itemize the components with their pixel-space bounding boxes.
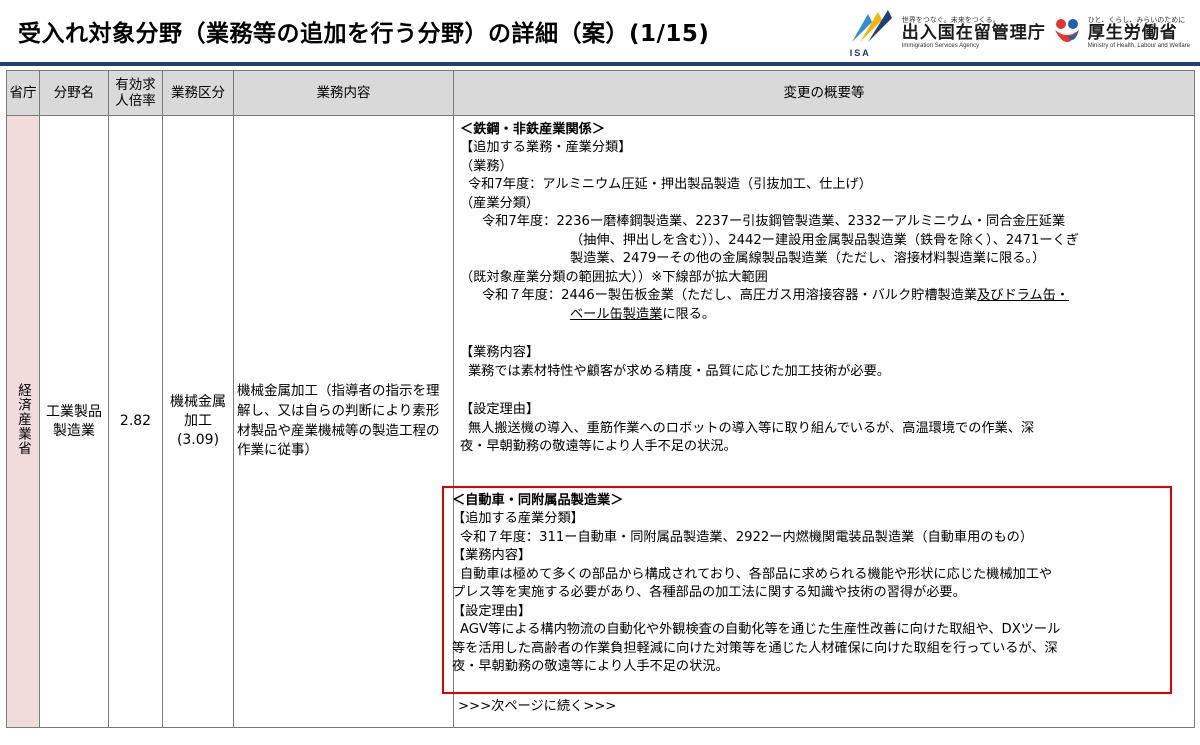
field-cell: 工業製品製造業 [39, 115, 109, 728]
page-title: 受入れ対象分野（業務等の追加を行う分野）の詳細（案）(1/15) [18, 21, 710, 47]
table-header-row: 省庁 分野名 有効求人倍率 業務区分 業務内容 変更の概要等 [6, 70, 1195, 116]
expand-text: 令和７年度：2446ー製缶板金業（ただし、高圧ガス用溶接容器・バルク貯槽製造業 [482, 288, 978, 304]
steel-expand-line: 令和７年度：2446ー製缶板金業（ただし、高圧ガス用溶接容器・バルク貯槽製造業及… [460, 287, 1190, 305]
auto-section-highlight: ＜自動車・同附属品製造業＞ 【追加する産業分類】 令和７年度：311ー自動車・同… [442, 486, 1172, 694]
mhlw-english: Ministry of Health, Labour and Welfare [1087, 42, 1190, 49]
steel-duty-label: 【業務内容】 [460, 345, 540, 361]
auto-add-line: 令和７年度：311ー自動車・同附属品製造業、2922ー内燃機関電装品製造業（自動… [460, 529, 1034, 545]
category-cell: 機械金属加工 (3.09) [162, 115, 234, 728]
expand-underlined: 及びドラム缶・ [977, 288, 1070, 304]
header-ministry: 省庁 [6, 70, 40, 116]
content-cell: 機械金属加工（指導者の指示を理解し、又は自らの判断により素形材製品や産業機械等の… [233, 115, 454, 728]
logos: ISA 世界をつなぐ。未来をつくる。 出入国在留管理庁 Immigration … [848, 6, 1190, 60]
expand-text: に限る。 [662, 306, 716, 322]
steel-expand-label: （既対象産業分類の範囲拡大））※下線部が拡大範囲 [460, 269, 768, 285]
auto-add-label: 【追加する産業分類】 [452, 511, 584, 527]
mhlw-heart-icon [1052, 16, 1082, 50]
steel-ind-line: （抽伸、押出しを含む））、2442ー建設用金属製品製造業（鉄骨を除く）、2471… [570, 232, 1079, 248]
isa-mark-text: ISA [849, 48, 871, 58]
isa-english: Immigration Services Agency [901, 42, 980, 49]
steel-add-label: 【追加する業務・産業分類】 [460, 140, 632, 156]
steel-reason-label: 【設定理由】 [460, 402, 540, 418]
header-content: 業務内容 [233, 70, 454, 116]
auto-duty-line: 自動車は極めて多くの部品から構成されており、各部品に求められる機能や形状に応じた… [460, 566, 1053, 582]
category-ratio: (3.09) [176, 431, 220, 448]
auto-reason-line: AGV等による構内物流の自動化や外観検査の自動化等を通じた生産性改善に向けた取組… [460, 622, 1061, 638]
auto-duty-line: プレス等を実施する必要があり、各種部品の加工法に関する知識や技術の習得が必要。 [452, 585, 966, 601]
category-name: 機械金属加工 [170, 394, 226, 430]
summary-steel-section: ＜鉄鋼・非鉄産業関係＞ 【追加する業務・産業分類】 （業務） 令和7年度：アルミ… [454, 116, 1194, 457]
summary-cell: ＜鉄鋼・非鉄産業関係＞ 【追加する業務・産業分類】 （業務） 令和7年度：アルミ… [442, 115, 1195, 728]
auto-reason-line: 等を活用した高齢者の作業負担軽減に向けた対策等を通じた人材確保に向けた取組を行っ… [452, 640, 1058, 656]
header-ratio: 有効求人倍率 [108, 70, 163, 116]
ratio-cell: 2.82 [108, 115, 163, 728]
steel-reason-line: 無人搬送機の導入、重筋作業へのロボットの導入等に取り組んでいるが、高温環境での作… [468, 420, 1035, 436]
ministry-name: 経済産業省 [15, 383, 31, 456]
expand-underlined: ベール缶製造業 [570, 306, 663, 322]
steel-work-label: （業務） [460, 158, 513, 174]
header-category: 業務区分 [162, 70, 234, 116]
steel-expand-line: ベール缶製造業に限る。 [460, 306, 1190, 324]
continued-note: >>>次ページに続く>>> [458, 699, 617, 714]
isa-swoosh-icon: ISA [848, 8, 896, 58]
mhlw-name: 厚生労働省 [1087, 23, 1178, 44]
mhlw-logo: ひと、くらし、みらいのために 厚生労働省 Ministry of Health,… [1087, 16, 1190, 50]
steel-heading: ＜鉄鋼・非鉄産業関係＞ [460, 122, 606, 137]
header-field: 分野名 [39, 70, 109, 116]
table-row: 経済産業省 工業製品製造業 2.82 機械金属加工 (3.09) 機械金属加工（… [6, 115, 1195, 728]
isa-logo: 世界をつなぐ。未来をつくる。 出入国在留管理庁 Immigration Serv… [901, 16, 1046, 50]
auto-reason-label: 【設定理由】 [452, 603, 532, 619]
auto-duty-label: 【業務内容】 [452, 548, 532, 564]
steel-reason-line: 夜・早朝勤務の敬遠等により人手不足の状況。 [460, 439, 737, 455]
steel-ind-label: （産業分類） [460, 195, 540, 211]
slide-header: 受入れ対象分野（業務等の追加を行う分野）の詳細（案）(1/15) ISA 世界を… [0, 0, 1200, 66]
auto-reason-line: 夜・早朝勤務の敬遠等により人手不足の状況。 [452, 659, 729, 675]
detail-table: 省庁 分野名 有効求人倍率 業務区分 業務内容 変更の概要等 経済産業省 工業製… [6, 70, 1195, 728]
steel-work-line: 令和7年度：アルミニウム圧延・押出製品製造（引抜加工、仕上げ） [468, 177, 872, 193]
steel-ind-line: 令和7年度：2236ー磨棒鋼製造業、2237ー引抜鋼管製造業、2332ーアルミニ… [482, 214, 1066, 230]
ministry-cell: 経済産業省 [6, 115, 40, 728]
header-rule [0, 62, 1200, 66]
steel-duty-text: 業務では素材特性や顧客が求める精度・品質に応じた加工技術が必要。 [468, 363, 890, 379]
auto-heading: ＜自動車・同附属品製造業＞ [452, 493, 624, 508]
isa-name: 出入国在留管理庁 [901, 23, 1046, 44]
steel-ind-line: 製造業、2479ーその他の金属線製品製造業（ただし、溶接材料製造業に限る。） [570, 251, 1046, 267]
header-summary: 変更の概要等 [453, 70, 1195, 116]
